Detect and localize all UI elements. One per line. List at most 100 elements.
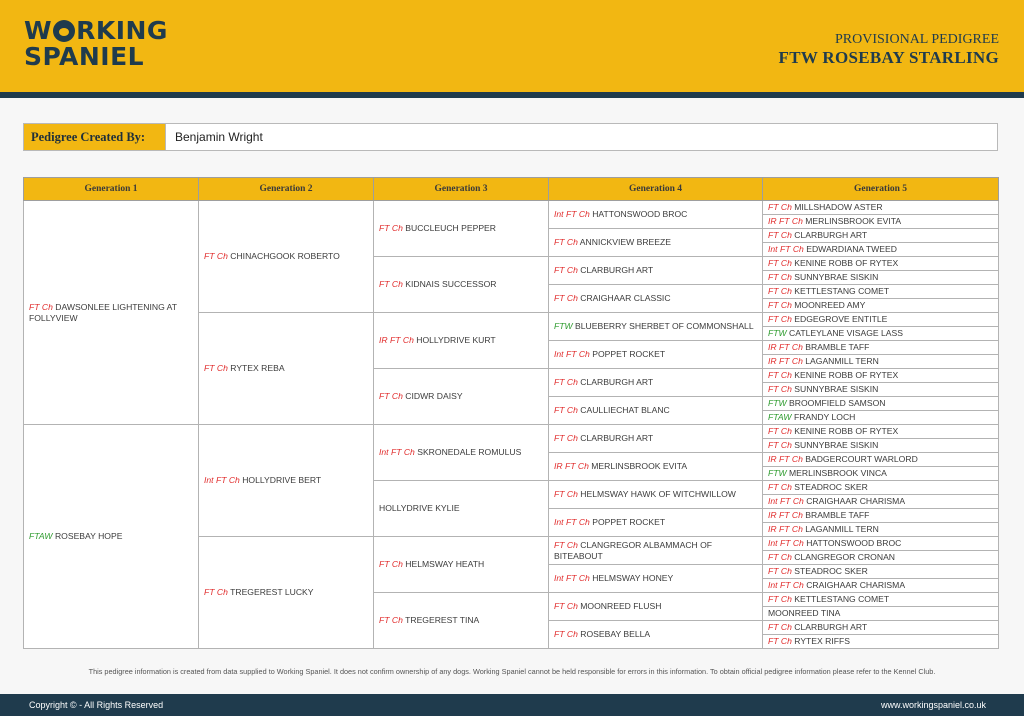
title-badge: FT Ch — [379, 559, 403, 569]
title-badge: FT Ch — [768, 482, 792, 492]
title-badge: FT Ch — [204, 251, 228, 261]
dog-name: LAGANMILL TERN — [805, 524, 879, 534]
generation-2-dog: Int FT Ch HOLLYDRIVE BERT — [198, 424, 374, 537]
generation-4-dog: FT Ch CAULLIECHAT BLANC — [548, 396, 763, 425]
generation-4-dog: IR FT Ch MERLINSBROOK EVITA — [548, 452, 763, 481]
dog-name: ROSEBAY HOPE — [54, 531, 123, 541]
dog-name: CLANGREGOR ALBAMMACH OF BITEABOUT — [554, 539, 713, 561]
generation-5-dog: IR FT Ch BRAMBLE TAFF — [762, 340, 999, 355]
title-badge: FT Ch — [554, 237, 578, 247]
generation-3-dog: IR FT Ch HOLLYDRIVE KURT — [373, 312, 549, 369]
title-badge: FT Ch — [554, 489, 578, 499]
dog-name: KENINE ROBB OF RYTEX — [794, 258, 899, 268]
title-badge: IR FT Ch — [768, 356, 803, 366]
footer: Copyright © - All Rights Reserved www.wo… — [0, 694, 1024, 716]
dog-name: POPPET ROCKET — [592, 517, 666, 527]
working-spaniel-logo[interactable]: W RKING SPANIEL — [24, 18, 184, 78]
title-badge: FT Ch — [768, 636, 792, 646]
dog-name: KIDNAIS SUCCESSOR — [405, 279, 497, 289]
title-badge: FT Ch — [768, 426, 792, 436]
column-header: Generation 2 — [198, 177, 374, 201]
title-badge: FT Ch — [768, 286, 792, 296]
dog-name: FRANDY LOCH — [793, 412, 856, 422]
column-header: Generation 5 — [762, 177, 999, 201]
title-badge: FT Ch — [554, 539, 578, 550]
title-badge: FT Ch — [379, 223, 403, 233]
generation-5-dog: FT Ch CLARBURGH ART — [762, 620, 999, 635]
dog-name: CHINACHGOOK ROBERTO — [230, 251, 340, 261]
website-link[interactable]: www.workingspaniel.co.uk — [881, 700, 986, 710]
generation-4-dog: FT Ch HELMSWAY HAWK OF WITCHWILLOW — [548, 480, 763, 509]
dog-name: MERLINSBROOK EVITA — [591, 461, 688, 471]
title-badge: FTW — [768, 398, 787, 408]
pedigree-row: FT Ch DAWSONLEE LIGHTENING AT FOLLYVIEW F… — [23, 200, 999, 425]
title-badge: Int FT Ch — [379, 447, 415, 457]
title-badge: FTAW — [29, 531, 53, 541]
title-badge: FT Ch — [554, 405, 578, 415]
title-badge: FT Ch — [379, 391, 403, 401]
generation-5-dog: Int FT Ch CRAIGHAAR CHARISMA — [762, 578, 999, 593]
generation-5-dog: FT Ch MOONREED AMY — [762, 298, 999, 313]
title-badge: FT Ch — [768, 314, 792, 324]
title-badge: FT Ch — [768, 370, 792, 380]
generation-5-dog: FT Ch EDGEGROVE ENTITLE — [762, 312, 999, 327]
generation-4-dog: FT Ch CLARBURGH ART — [548, 368, 763, 397]
generation-5-dog: FT Ch SUNNYBRAE SISKIN — [762, 438, 999, 453]
generation-5-dog: Int FT Ch CRAIGHAAR CHARISMA — [762, 494, 999, 509]
dog-name: BUCCLEUCH PEPPER — [405, 223, 496, 233]
dog-name: RYTEX REBA — [230, 363, 285, 373]
logo-line-2: SPANIEL — [24, 42, 145, 71]
dog-name: ROSEBAY BELLA — [580, 629, 651, 639]
dog-name: EDWARDIANA TWEED — [806, 244, 897, 254]
dog-name: KENINE ROBB OF RYTEX — [794, 370, 899, 380]
title-badge: FT Ch — [554, 433, 578, 443]
title-badge: FT Ch — [768, 230, 792, 240]
generation-2-dog: FT Ch TREGEREST LUCKY — [198, 536, 374, 649]
dog-name: KETTLESTANG COMET — [794, 594, 890, 604]
dog-name: MOONREED FLUSH — [580, 601, 662, 611]
dog-name: STEADROC SKER — [794, 482, 868, 492]
pedigree-header-row: Generation 1 Generation 2 Generation 3 G… — [23, 177, 999, 201]
generation-5-dog: FTW MERLINSBROOK VINCA — [762, 466, 999, 481]
generation-3-dog: FT Ch TREGEREST TINA — [373, 592, 549, 649]
dog-name: CRAIGHAAR CHARISMA — [806, 496, 906, 506]
title-badge: IR FT Ch — [554, 461, 589, 471]
dog-name: BRAMBLE TAFF — [805, 342, 870, 352]
title-badge: FT Ch — [768, 622, 792, 632]
copyright-text: Copyright © - All Rights Reserved — [29, 700, 164, 710]
dog-name: EDGEGROVE ENTITLE — [794, 314, 888, 324]
title-badge: Int FT Ch — [554, 209, 590, 219]
pedigree-body: FT Ch DAWSONLEE LIGHTENING AT FOLLYVIEW F… — [23, 200, 999, 649]
title-badge: FT Ch — [554, 601, 578, 611]
page-title: FTW ROSEBAY STARLING — [778, 48, 999, 67]
logo-line-1: W RKING — [24, 16, 168, 45]
dog-name: CLARBURGH ART — [794, 230, 868, 240]
column-header: Generation 4 — [548, 177, 763, 201]
dog-name: CATLEYLANE VISAGE LASS — [789, 328, 904, 338]
generation-3-dog: Int FT Ch SKRONEDALE ROMULUS — [373, 424, 549, 481]
title-badge: IR FT Ch — [379, 335, 414, 345]
generation-4-dog: FT Ch MOONREED FLUSH — [548, 592, 763, 621]
generation-4-dog: FT Ch CLANGREGOR ALBAMMACH OF BITEABOUT — [548, 536, 763, 565]
title-badge: FT Ch — [554, 293, 578, 303]
generation-5-dog: IR FT Ch LAGANMILL TERN — [762, 522, 999, 537]
generation-5-dog: FT Ch KENINE ROBB OF RYTEX — [762, 256, 999, 271]
disclaimer: This pedigree information is created fro… — [88, 667, 936, 676]
generation-5-dog: FTAW FRANDY LOCH — [762, 410, 999, 425]
dog-name: MOONREED TINA — [768, 608, 841, 618]
title-badge: Int FT Ch — [204, 475, 240, 485]
dog-name: MILLSHADOW ASTER — [794, 202, 883, 212]
generation-5-dog: FT Ch KETTLESTANG COMET — [762, 592, 999, 607]
generation-5-dog: Int FT Ch HATTONSWOOD BROC — [762, 536, 999, 551]
generation-4-dog: FT Ch ANNICKVIEW BREEZE — [548, 228, 763, 257]
dog-name: CLARBURGH ART — [794, 622, 868, 632]
title-badge: FT Ch — [768, 594, 792, 604]
title-badge: Int FT Ch — [768, 538, 804, 548]
dog-name: CLANGREGOR CRONAN — [794, 552, 896, 562]
created-by-box: Pedigree Created By: Benjamin Wright — [23, 123, 998, 151]
title-badge: IR FT Ch — [768, 342, 803, 352]
generation-5-dog: FTW BROOMFIELD SAMSON — [762, 396, 999, 411]
title-badge: IR FT Ch — [768, 524, 803, 534]
dog-name: ANNICKVIEW BREEZE — [579, 237, 672, 247]
dog-name: HELMSWAY HEATH — [405, 559, 485, 569]
